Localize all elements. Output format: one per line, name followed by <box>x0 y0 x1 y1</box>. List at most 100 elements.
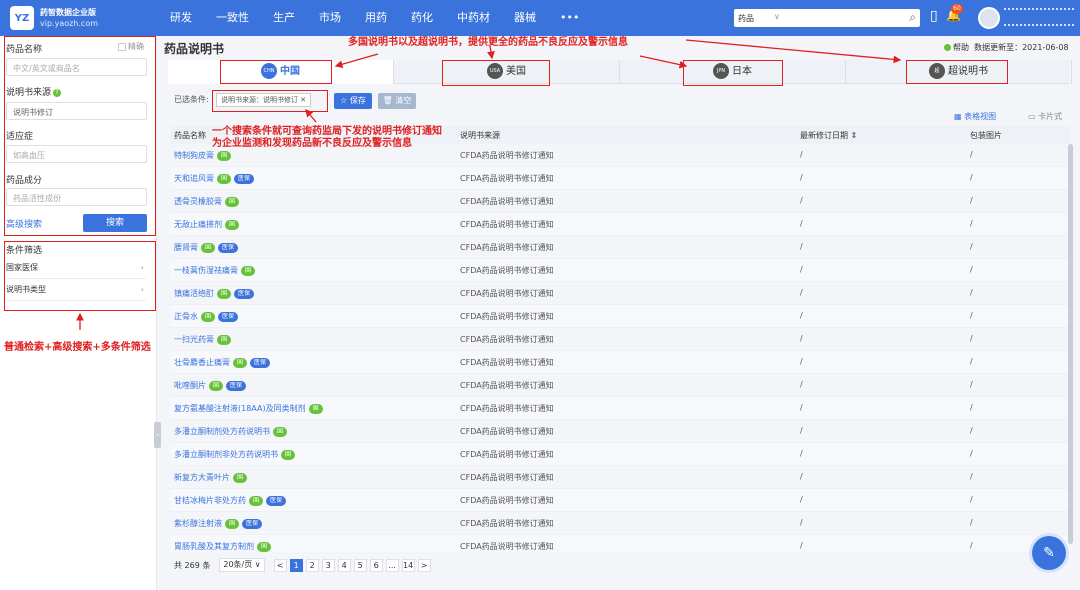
drug-name[interactable]: 一扫光药膏 <box>174 335 214 344</box>
indication-input[interactable]: 如高血压 <box>6 145 147 163</box>
page-button[interactable]: 6 <box>369 558 383 572</box>
drug-name-link[interactable]: 多潘立酮制剂处方药说明书国 <box>174 426 288 437</box>
drug-name-link[interactable]: 腰肾膏国医保 <box>174 242 239 253</box>
drug-name[interactable]: 透骨灵橡胶膏 <box>174 197 222 206</box>
drug-name[interactable]: 天和追风膏 <box>174 174 214 183</box>
help-icon[interactable]: ? <box>53 88 62 97</box>
page-size-select[interactable]: 20条/页 ∨ <box>219 558 265 572</box>
nav-item[interactable]: 器械 <box>502 0 548 36</box>
table-row[interactable]: 正骨水国医保 CFDA药品说明书修订通知 / / <box>170 305 1068 328</box>
drug-name-link[interactable]: 正骨水国医保 <box>174 311 239 322</box>
drug-name[interactable]: 甘桔冰梅片非处方药 <box>174 496 246 505</box>
card-view-toggle[interactable]: ▭ 卡片式 <box>1028 111 1062 122</box>
page-button[interactable]: 14 <box>401 558 415 572</box>
drug-name[interactable]: 多潘立酮制剂处方药说明书 <box>174 427 270 436</box>
drug-name[interactable]: 多潘立酮制剂非处方药说明书 <box>174 450 278 459</box>
help-link[interactable]: 帮助 <box>953 43 969 52</box>
page-button[interactable]: 4 <box>337 558 351 572</box>
table-row[interactable]: 一枝蒿伤湿祛痛膏国 CFDA药品说明书修订通知 / / <box>170 259 1068 282</box>
table-row[interactable]: 腰肾膏国医保 CFDA药品说明书修订通知 / / <box>170 236 1068 259</box>
page-button[interactable]: 5 <box>353 558 367 572</box>
drug-name-input[interactable]: 中文/英文或商品名 <box>6 58 147 76</box>
nav-item[interactable]: 用药 <box>353 0 399 36</box>
source-input[interactable]: 说明书修订 <box>6 102 147 120</box>
scrollbar[interactable] <box>1068 144 1073 544</box>
search-button[interactable]: 搜索 <box>83 214 147 232</box>
nav-item[interactable]: 市场 <box>307 0 353 36</box>
col-drug-name[interactable]: 药品名称 <box>174 130 206 141</box>
chevron-down-icon[interactable]: ∨ <box>774 12 780 21</box>
logo-icon[interactable]: YZ <box>10 6 34 30</box>
drug-name-link[interactable]: 特制狗皮膏国 <box>174 150 232 161</box>
page-button[interactable]: 2 <box>305 558 319 572</box>
user-name-masked[interactable] <box>1004 8 1074 26</box>
exact-checkbox[interactable]: 精确 <box>118 41 144 52</box>
nav-item[interactable]: ••• <box>548 0 591 36</box>
drug-name[interactable]: 特制狗皮膏 <box>174 151 214 160</box>
drug-name[interactable]: 正骨水 <box>174 312 198 321</box>
col-source[interactable]: 说明书来源 <box>460 130 500 141</box>
drug-name[interactable]: 壮骨麝香止痛膏 <box>174 358 230 367</box>
table-row[interactable]: 一扫光药膏国 CFDA药品说明书修订通知 / / <box>170 328 1068 351</box>
nav-item[interactable]: 药化 <box>399 0 445 36</box>
drug-name[interactable]: 新复方大青叶片 <box>174 473 230 482</box>
table-row[interactable]: 镇痛活络酊国医保 CFDA药品说明书修订通知 / / <box>170 282 1068 305</box>
phone-icon[interactable]: ▯ <box>930 8 938 24</box>
drug-name[interactable]: 无敌止痛搽剂 <box>174 220 222 229</box>
drug-name-link[interactable]: 无敌止痛搽剂国 <box>174 219 240 230</box>
page-button[interactable]: 1 <box>289 558 303 572</box>
drug-name-link[interactable]: 紫杉醇注射液国医保 <box>174 518 263 529</box>
drug-name[interactable]: 吡喹酮片 <box>174 381 206 390</box>
global-search[interactable]: 药品 ∨ ⌕ <box>734 9 920 27</box>
drug-name-link[interactable]: 天和追风膏国医保 <box>174 173 255 184</box>
search-category[interactable]: 药品 <box>738 13 754 24</box>
nav-item[interactable]: 研发 <box>158 0 204 36</box>
filter-national-insurance[interactable]: 国家医保 › <box>6 257 146 279</box>
search-icon[interactable]: ⌕ <box>909 10 916 25</box>
table-row[interactable]: 多潘立酮制剂处方药说明书国 CFDA药品说明书修订通知 / / <box>170 420 1068 443</box>
drug-name-link[interactable]: 镇痛活络酊国医保 <box>174 288 255 299</box>
table-row[interactable]: 甘桔冰梅片非处方药国医保 CFDA药品说明书修订通知 / / <box>170 489 1068 512</box>
condition-chip[interactable]: 说明书来源：说明书修订 ✕ <box>216 93 312 107</box>
ingredient-input[interactable]: 药品活性成份 <box>6 188 147 206</box>
drug-name[interactable]: 复方氨基酸注射液(18AA)及同类制剂 <box>174 404 306 413</box>
table-row[interactable]: 吡喹酮片国医保 CFDA药品说明书修订通知 / / <box>170 374 1068 397</box>
advanced-search-link[interactable]: 高级搜索 <box>6 217 42 230</box>
filter-label-type[interactable]: 说明书类型 › <box>6 279 146 301</box>
save-button[interactable]: ☆ 保存 <box>334 93 372 109</box>
tab-jpn[interactable]: JPN 日本 <box>620 60 846 84</box>
table-row[interactable]: 多潘立酮制剂非处方药说明书国 CFDA药品说明书修订通知 / / <box>170 443 1068 466</box>
drug-name-link[interactable]: 新复方大青叶片国 <box>174 472 248 483</box>
drug-name-link[interactable]: 透骨灵橡胶膏国 <box>174 196 240 207</box>
next-page-button[interactable]: > <box>417 558 431 572</box>
table-row[interactable]: 壮骨麝香止痛膏国医保 CFDA药品说明书修订通知 / / <box>170 351 1068 374</box>
nav-item[interactable]: 一致性 <box>204 0 261 36</box>
page-button[interactable]: 3 <box>321 558 335 572</box>
table-row[interactable]: 复方氨基酸注射液(18AA)及同类制剂国 CFDA药品说明书修订通知 / / <box>170 397 1068 420</box>
drug-name[interactable]: 紫杉醇注射液 <box>174 519 222 528</box>
checkbox-icon[interactable] <box>118 42 126 51</box>
tab-usa[interactable]: USA 美国 <box>394 60 620 84</box>
drug-name-link[interactable]: 一枝蒿伤湿祛痛膏国 <box>174 265 256 276</box>
clear-button[interactable]: 🗑 清空 <box>378 93 416 109</box>
table-view-toggle[interactable]: ▦ 表格视图 <box>954 111 996 122</box>
drug-name-link[interactable]: 多潘立酮制剂非处方药说明书国 <box>174 449 296 460</box>
avatar[interactable] <box>978 7 1000 29</box>
nav-item[interactable]: 中药材 <box>445 0 502 36</box>
feedback-icon[interactable]: ✎ <box>1032 536 1066 570</box>
drug-name-link[interactable]: 吡喹酮片国医保 <box>174 380 247 391</box>
drug-name-link[interactable]: 一扫光药膏国 <box>174 334 232 345</box>
table-row[interactable]: 新复方大青叶片国 CFDA药品说明书修订通知 / / <box>170 466 1068 489</box>
drug-name[interactable]: 胃肠乳酸及其复方制剂 <box>174 542 254 551</box>
drug-name-link[interactable]: 胃肠乳酸及其复方制剂国 <box>174 541 272 552</box>
drug-name[interactable]: 腰肾膏 <box>174 243 198 252</box>
table-row[interactable]: 胃肠乳酸及其复方制剂国 CFDA药品说明书修订通知 / / <box>170 535 1068 552</box>
drug-name[interactable]: 一枝蒿伤湿祛痛膏 <box>174 266 238 275</box>
tab-chn[interactable]: CHN 中国 <box>168 60 394 84</box>
prev-page-button[interactable]: < <box>273 558 287 572</box>
table-row[interactable]: 透骨灵橡胶膏国 CFDA药品说明书修订通知 / / <box>170 190 1068 213</box>
col-date[interactable]: 最新修订日期 ⇕ <box>800 130 857 141</box>
tab-超[interactable]: 超超说明书 <box>846 60 1072 84</box>
drug-name-link[interactable]: 壮骨麝香止痛膏国医保 <box>174 357 271 368</box>
table-row[interactable]: 天和追风膏国医保 CFDA药品说明书修订通知 / / <box>170 167 1068 190</box>
